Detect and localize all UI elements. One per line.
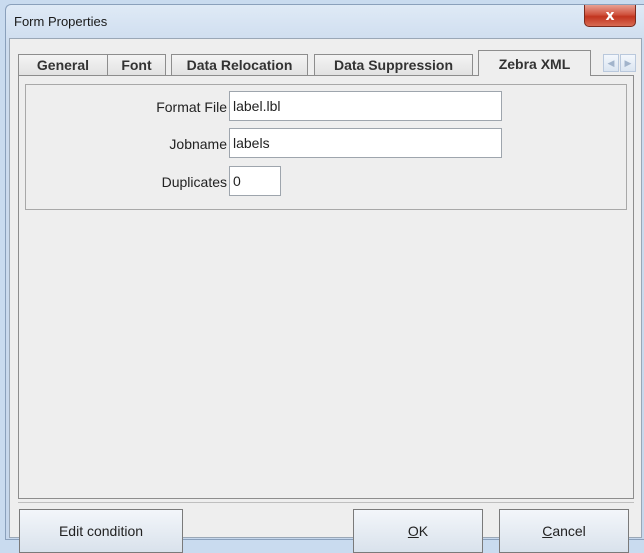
tab-font[interactable]: Font [107, 54, 166, 75]
window-title: Form Properties [14, 14, 108, 29]
edit-condition-label: Edit condition [58, 523, 144, 539]
zebra-xml-panel: Format File Jobname Duplicates [18, 75, 634, 499]
tab-zebra-xml[interactable]: Zebra XML [478, 50, 591, 76]
ok-button[interactable]: OK [353, 509, 483, 553]
jobname-label: Jobname [169, 136, 227, 152]
button-separator [18, 502, 634, 503]
cancel-mnemonic: C [542, 523, 553, 539]
edit-condition-button[interactable]: Edit condition [19, 509, 183, 553]
scroll-right-icon[interactable]: ▶ [620, 54, 636, 72]
tab-general[interactable]: General [18, 54, 108, 75]
form-properties-window: Form Properties x General Font Data Relo… [5, 4, 644, 553]
dialog-client-area: General Font Data Relocation Data Suppre… [9, 38, 642, 553]
tab-scroll-buttons: ◀ ▶ [603, 54, 637, 74]
title-bar[interactable]: Form Properties x [6, 5, 644, 37]
close-icon: x [605, 7, 615, 24]
tab-label: Data Relocation [186, 57, 293, 73]
duplicates-label: Duplicates [161, 174, 227, 190]
tab-data-suppression[interactable]: Data Suppression [314, 54, 473, 75]
format-file-input[interactable] [229, 91, 502, 121]
ok-label: OK [408, 523, 428, 539]
close-button[interactable]: x [584, 5, 636, 27]
ok-mnemonic: O [407, 523, 419, 539]
zebra-xml-fields-group: Format File Jobname Duplicates [25, 84, 627, 210]
tab-label: Font [121, 57, 152, 73]
duplicates-input[interactable] [229, 166, 281, 196]
tab-label: General [36, 57, 90, 73]
tab-strip: General Font Data Relocation Data Suppre… [18, 49, 638, 76]
ok-label-rest: K [418, 523, 429, 539]
format-file-label: Format File [156, 99, 227, 115]
tab-data-relocation[interactable]: Data Relocation [171, 54, 308, 75]
scroll-left-icon[interactable]: ◀ [603, 54, 619, 72]
tab-label: Data Suppression [333, 57, 454, 73]
cancel-button[interactable]: Cancel [499, 509, 629, 553]
cancel-label: Cancel [542, 523, 586, 539]
tab-label: Zebra XML [498, 55, 571, 72]
jobname-input[interactable] [229, 128, 502, 158]
cancel-label-rest: ancel [552, 523, 586, 539]
